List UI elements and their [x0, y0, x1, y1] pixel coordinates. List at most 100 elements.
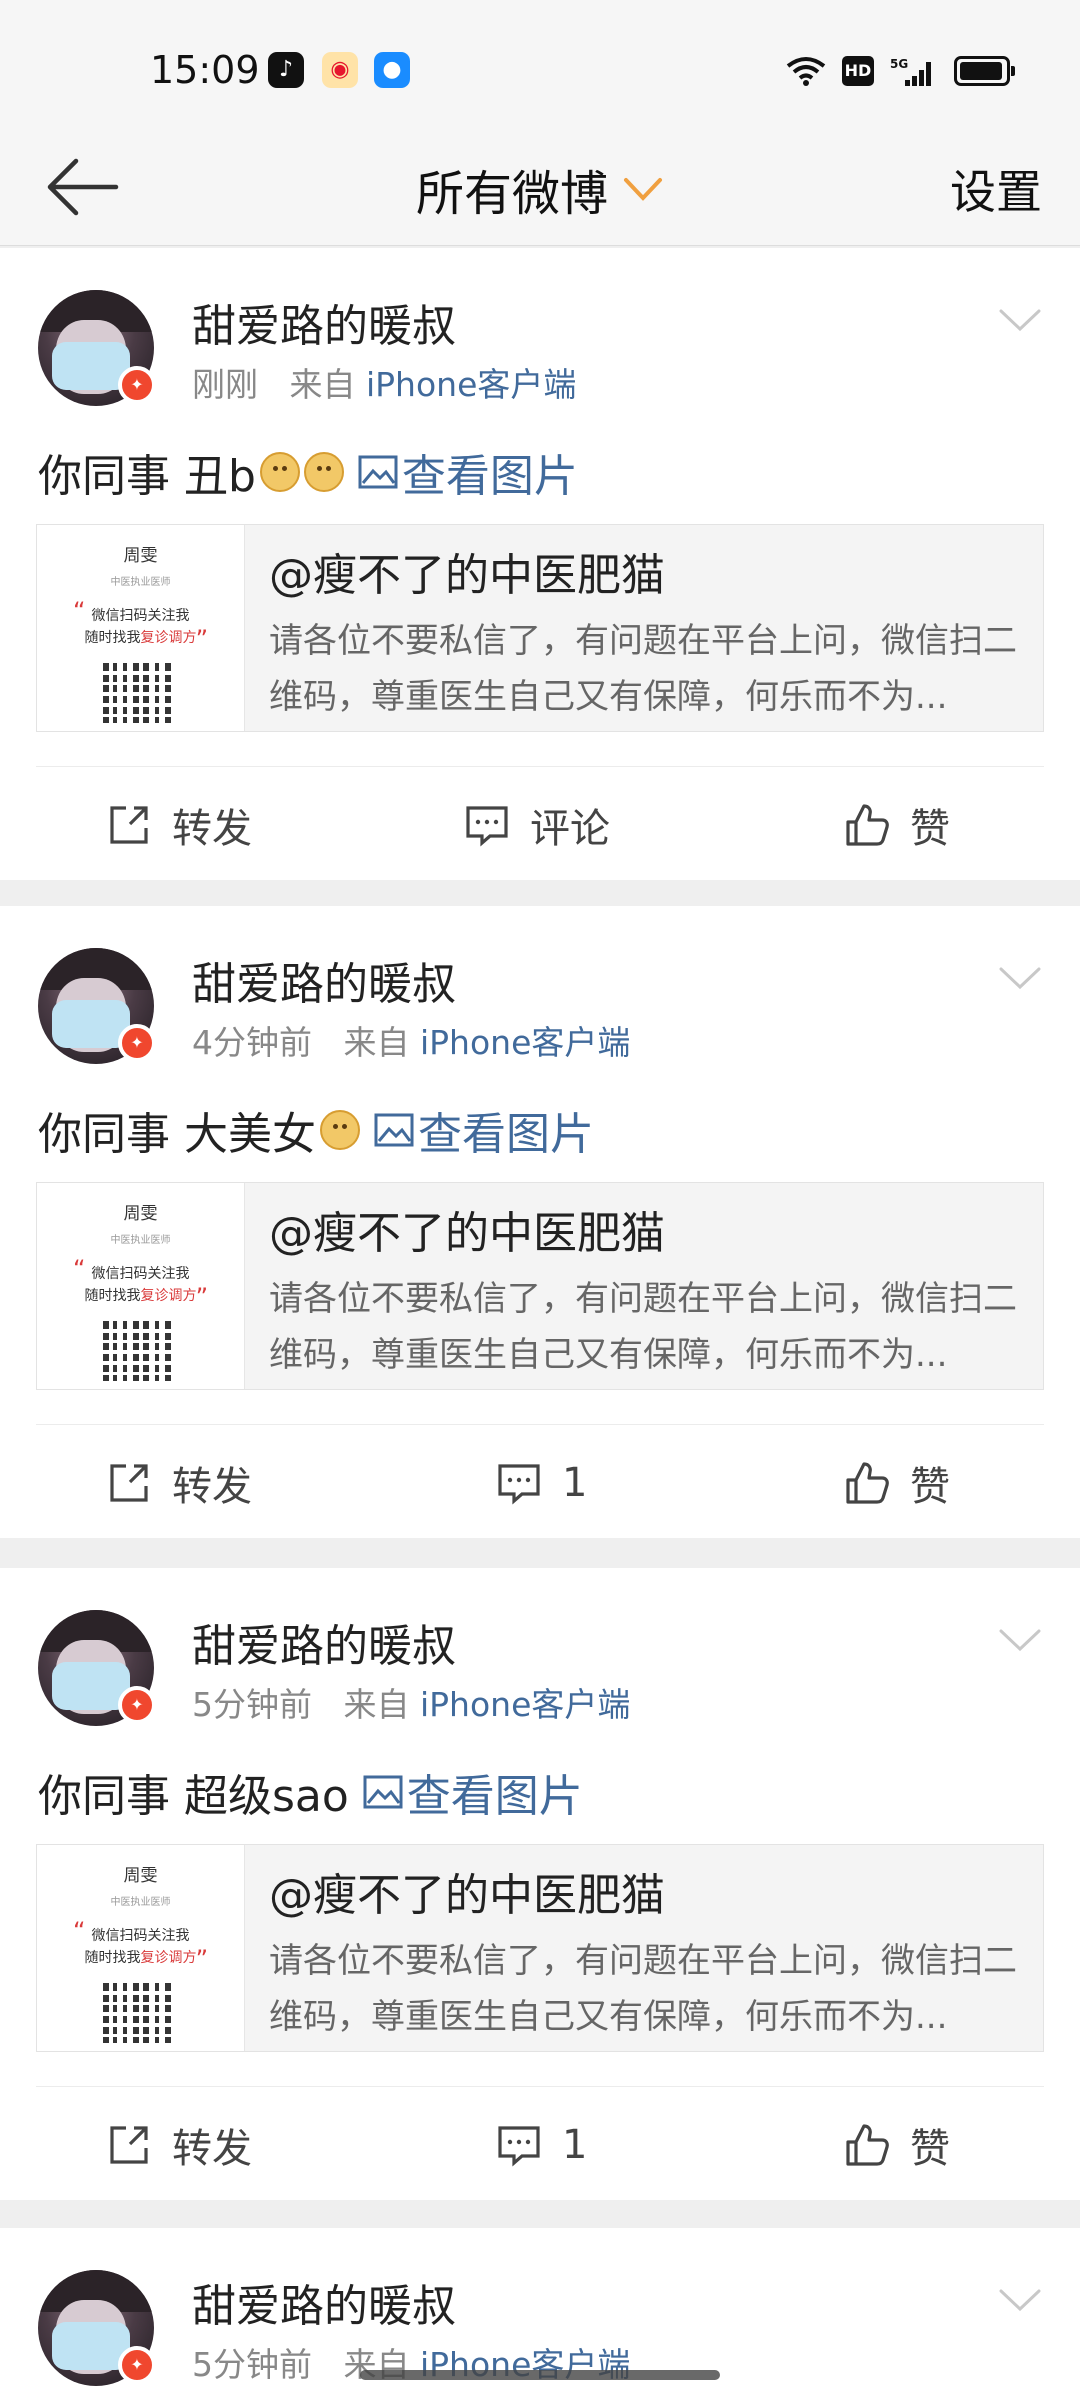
thumb-line: 随时找我复诊调方: [84, 630, 197, 646]
picture-icon: [358, 455, 398, 489]
reposted-content[interactable]: 周雯 中医执业医师 “ 微信扫码关注我 随时找我复诊调方 ” @瘦不了的中医肥猫…: [36, 1844, 1044, 2052]
repost-author[interactable]: @瘦不了的中医肥猫: [269, 1859, 665, 1923]
like-label: 赞: [910, 2126, 950, 2172]
username[interactable]: 甜爱路的暖叔: [192, 2270, 456, 2334]
tiktok-icon: ♪: [268, 52, 304, 88]
chevron-down-icon[interactable]: [998, 306, 1042, 334]
divider: [36, 1424, 1044, 1425]
like-button[interactable]: 赞: [844, 2118, 950, 2172]
repost-button[interactable]: 转发: [106, 2118, 252, 2172]
share-icon: [110, 806, 148, 844]
repost-body: 请各位不要私信了，有问题在平台上问，微信扫二维码，尊重医生自己又有保障，何乐而不…: [269, 1279, 1017, 1375]
verified-badge-icon: ✦: [118, 2346, 156, 2384]
post-text-content: 你同事 丑b: [38, 451, 256, 502]
post-source[interactable]: iPhone客户端: [420, 1023, 630, 1062]
share-icon: [110, 2126, 148, 2164]
thumb-line: 随时找我复诊调方: [84, 1288, 197, 1304]
thumb-name: 周雯: [123, 1204, 158, 1224]
like-button[interactable]: 赞: [844, 1456, 950, 1510]
reposted-content[interactable]: 周雯 中医执业医师 “ 微信扫码关注我 随时找我复诊调方 ” @瘦不了的中医肥猫…: [36, 1182, 1044, 1390]
chevron-down-icon[interactable]: [998, 1626, 1042, 1654]
post-time: 刚刚: [192, 365, 258, 404]
post-text-content: 你同事 超级sao: [38, 1771, 349, 1822]
post-card[interactable]: ✦ 甜爱路的暖叔 5分钟前 来自 iPhone客户端 你同事 超级sao 查看图…: [0, 1568, 1080, 2200]
like-button[interactable]: 赞: [844, 798, 950, 852]
settings-button[interactable]: 设置: [950, 156, 1042, 222]
chevron-down-icon[interactable]: [998, 964, 1042, 992]
post-meta: 4分钟前 来自 iPhone客户端: [192, 1016, 630, 1064]
comment-button[interactable]: 1: [496, 2118, 587, 2172]
username[interactable]: 甜爱路的暖叔: [192, 290, 456, 354]
repost-button[interactable]: 转发: [106, 1456, 252, 1510]
comment-button[interactable]: 评论: [464, 798, 610, 852]
verified-badge-icon: ✦: [118, 366, 156, 404]
comment-button[interactable]: 1: [496, 1456, 587, 1510]
thumb-name: 周雯: [123, 1866, 158, 1886]
verified-badge-icon: ✦: [118, 1686, 156, 1724]
username[interactable]: 甜爱路的暖叔: [192, 1610, 456, 1674]
post-via: 来自: [343, 1023, 410, 1062]
qq-icon: ●: [374, 52, 410, 88]
username[interactable]: 甜爱路的暖叔: [192, 948, 456, 1012]
signal-icon: 5G: [890, 57, 931, 86]
repost-button[interactable]: 转发: [106, 798, 252, 852]
status-time: 15:09: [150, 48, 260, 92]
post-time: 5分钟前: [192, 2345, 312, 2384]
comment-count: 1: [562, 1460, 588, 1506]
doge-emoji-icon: [259, 452, 300, 492]
nav-title: 所有微博: [415, 166, 608, 222]
repost-label: 转发: [172, 2126, 252, 2172]
repost-body: 请各位不要私信了，有问题在平台上问，微信扫二维码，尊重医生自己又有保障，何乐而不…: [269, 621, 1017, 717]
view-picture-link[interactable]: 查看图片: [358, 440, 578, 504]
post-text: 你同事 超级sao 查看图片: [38, 1760, 583, 1824]
comment-icon: [498, 2126, 540, 2167]
repost-author[interactable]: @瘦不了的中医肥猫: [269, 539, 665, 603]
post-time: 4分钟前: [192, 1023, 312, 1062]
repost-thumbnail[interactable]: 周雯 中医执业医师 “ 微信扫码关注我 随时找我复诊调方 ”: [37, 525, 245, 731]
doge-emoji-icon: [320, 1110, 360, 1150]
repost-author[interactable]: @瘦不了的中医肥猫: [269, 1197, 665, 1261]
doge-emoji-icon: [303, 452, 344, 492]
hd-badge: HD: [842, 56, 874, 86]
divider: [36, 2086, 1044, 2087]
view-picture-link[interactable]: 查看图片: [363, 1760, 583, 1824]
post-text-content: 你同事 大美女: [38, 1109, 316, 1160]
thumbs-up-icon: [846, 1462, 889, 1504]
qr-code-icon: [103, 1983, 177, 2047]
comment-icon: [498, 1464, 540, 1505]
status-bar: 15:09 ♪ ◉ ● HD 5G: [0, 0, 1080, 130]
post-meta: 刚刚 来自 iPhone客户端: [192, 358, 576, 406]
reposted-content[interactable]: 周雯 中医执业医师 “ 微信扫码关注我 随时找我复诊调方 ” @瘦不了的中医肥猫…: [36, 524, 1044, 732]
like-label: 赞: [910, 806, 950, 852]
thumbs-up-icon: [846, 804, 889, 846]
repost-thumbnail[interactable]: 周雯 中医执业医师 “ 微信扫码关注我 随时找我复诊调方 ”: [37, 1183, 245, 1389]
post-via: 来自: [289, 365, 356, 404]
repost-thumbnail[interactable]: 周雯 中医执业医师 “ 微信扫码关注我 随时找我复诊调方 ”: [37, 1845, 245, 2051]
thumb-subtitle: 中医执业医师: [110, 577, 171, 588]
post-source[interactable]: iPhone客户端: [366, 365, 576, 404]
picture-icon: [363, 1775, 403, 1809]
chevron-down-icon: [624, 178, 662, 201]
post-source[interactable]: iPhone客户端: [420, 1685, 630, 1724]
qr-code-icon: [103, 1321, 177, 1385]
weibo-icon: ◉: [322, 52, 358, 88]
network-label: 5G: [890, 57, 908, 71]
feed-filter-dropdown[interactable]: 所有微博: [416, 154, 664, 224]
view-picture-label: 查看图片: [418, 1109, 594, 1160]
view-picture-link[interactable]: 查看图片: [374, 1098, 594, 1162]
repost-body: 请各位不要私信了，有问题在平台上问，微信扫二维码，尊重医生自己又有保障，何乐而不…: [269, 1941, 1017, 2037]
repost-label: 转发: [172, 806, 252, 852]
quote-mark-icon: ”: [195, 1283, 208, 1311]
home-indicator[interactable]: [360, 2370, 720, 2380]
battery-icon: [954, 56, 1015, 86]
thumb-name: 周雯: [123, 546, 158, 566]
post-via: 来自: [343, 1685, 410, 1724]
post-card[interactable]: ✦ 甜爱路的暖叔 4分钟前 来自 iPhone客户端 你同事 大美女 查看图片 …: [0, 906, 1080, 1538]
thumb-line: 随时找我复诊调方: [84, 1950, 197, 1966]
share-icon: [110, 1464, 148, 1502]
thumb-line: 微信扫码关注我: [91, 1266, 190, 1282]
post-text: 你同事 丑b 查看图片: [38, 440, 578, 504]
chevron-down-icon[interactable]: [998, 2286, 1042, 2314]
verified-badge-icon: ✦: [118, 1024, 156, 1062]
post-card[interactable]: ✦ 甜爱路的暖叔 刚刚 来自 iPhone客户端 你同事 丑b 查看图片 周雯 …: [0, 248, 1080, 880]
